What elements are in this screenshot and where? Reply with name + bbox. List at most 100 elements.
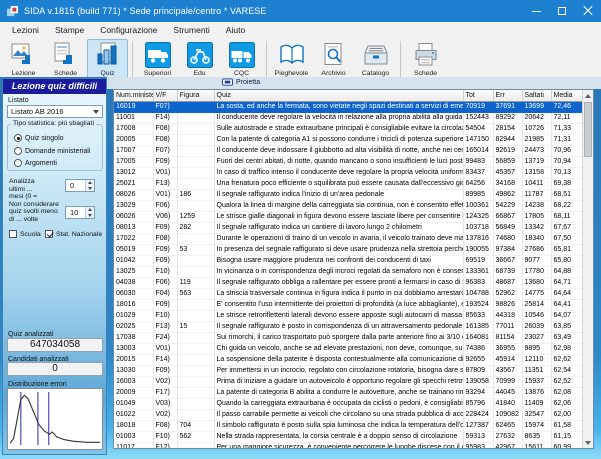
table-cell: 72,11 <box>551 112 582 123</box>
table-cell: 72,46 <box>551 101 582 112</box>
table-cell: 70,94 <box>551 156 582 167</box>
table-row[interactable]: 17008F08)Sulle autostrade e strade extra… <box>114 123 582 134</box>
archive-search-icon <box>321 42 347 68</box>
column-header-quiz[interactable]: Quiz <box>214 90 463 101</box>
table-row[interactable]: 11001F14)Il conducente deve regolare la … <box>114 112 582 123</box>
radio-argomenti[interactable]: Argomenti <box>14 159 57 167</box>
table-cell: 11409 <box>522 398 551 409</box>
table-scrollbar[interactable] <box>582 90 593 448</box>
proietta-toggle[interactable]: Proietta <box>222 78 260 87</box>
table-row[interactable]: 06026V06)1259Le strisce gialle diagonali… <box>114 211 582 222</box>
table-cell: 15611 <box>522 442 551 449</box>
table-row[interactable]: 08013F09)282Il segnale raffigurato indic… <box>114 222 582 233</box>
table-cell: 14238 <box>522 200 551 211</box>
scrollbar-thumb[interactable] <box>584 102 592 157</box>
checkbox-stat-nazionale[interactable]: Stat. Nazionale <box>45 230 102 238</box>
sidebar-title: Lezione quiz difficili <box>3 79 106 94</box>
table-row[interactable]: 20005F08)Con la patente di categoria A1 … <box>114 134 582 145</box>
menu-item-aiuto[interactable]: Aiuto <box>218 22 253 38</box>
table-cell: 08026 <box>114 189 153 200</box>
table-row[interactable]: 17022F08)Durante le operazioni di traino… <box>114 233 582 244</box>
checkbox-scuola[interactable]: Scuola <box>9 230 41 238</box>
listato-select[interactable]: Listato AB 2016 <box>7 105 103 118</box>
menu-item-lezioni[interactable]: Lezioni <box>4 22 47 38</box>
column-header-figura[interactable]: Figura <box>177 90 214 101</box>
table-row[interactable]: 11017F12)Per una maggiore sicurezza, è c… <box>114 442 582 449</box>
table-cell <box>177 101 214 112</box>
table-row[interactable]: 18018F08)704Il simbolo raffigurato è pos… <box>114 420 582 431</box>
table-row[interactable]: 25021F13)Una frenatura poco efficiente o… <box>114 178 582 189</box>
table-row[interactable]: 01029F10)Le strisce retroriflettenti lat… <box>114 310 582 321</box>
table-row[interactable]: 17038F24)Sui rimorchi, il carico traspor… <box>114 332 582 343</box>
table-row[interactable]: 17005F09)Fuori dei centri abitati, di no… <box>114 156 582 167</box>
table-row[interactable]: 05019F09)53In presenza del segnale raffi… <box>114 244 582 255</box>
table-cell: La sospensione della patente è disposta … <box>214 354 463 365</box>
toolbar-button-label: Lezione <box>12 70 36 77</box>
table-row[interactable]: 02025F13)15Il segnale raffigurato è post… <box>114 321 582 332</box>
column-header-err[interactable]: Err <box>493 90 522 101</box>
scroll-up-button[interactable] <box>583 90 593 101</box>
table-row[interactable]: 16003V02)Prima di iniziare a guidare un … <box>114 376 582 387</box>
checkbox-icon <box>45 230 53 238</box>
table-row[interactable]: 01049V03)Quando la carreggiata extraurba… <box>114 398 582 409</box>
menu-item-strumenti[interactable]: Strumenti <box>165 22 217 38</box>
table-cell: Bisogna usare maggiore prudenza nei conf… <box>214 255 463 266</box>
volte-spinner[interactable]: 10 <box>65 206 95 219</box>
radio-domande-ministeriali[interactable]: Domande ministeriali <box>14 147 90 155</box>
table-row[interactable]: 04038F06)119Il segnale raffigurato obbli… <box>114 277 582 288</box>
column-header-v-f[interactable]: V/F <box>153 90 177 101</box>
table-cell: 68,51 <box>551 189 582 200</box>
table-row[interactable]: 13029F06)Qualora la linea di margine del… <box>114 200 582 211</box>
column-header-media[interactable]: Media <box>551 90 582 101</box>
radio-quiz-singolo[interactable]: Quiz singolo <box>14 134 64 142</box>
table-row[interactable]: 13003V01)Chi guida un veicolo, anche se … <box>114 343 582 354</box>
table-row[interactable]: 01003F10)562Nella strada rappresentata, … <box>114 431 582 442</box>
table-cell: 8635 <box>522 431 551 442</box>
table-row[interactable]: 16019F07)La sosta, ed anche la fermata, … <box>114 101 582 112</box>
analizza-text-line: ultimi ... <box>9 186 65 194</box>
close-button[interactable] <box>575 0 601 22</box>
volte-value: 10 <box>70 208 78 217</box>
table-cell: 01042 <box>114 255 153 266</box>
radio-icon <box>14 134 22 142</box>
table-cell: 26039 <box>522 321 551 332</box>
table-cell: 65,81 <box>551 244 582 255</box>
scroll-down-button[interactable] <box>583 437 593 448</box>
table-cell: 152443 <box>463 112 493 123</box>
spinner-down-icon[interactable] <box>86 213 94 219</box>
app-window: SIDA v.1815 (build 771) * Sede principal… <box>0 0 601 459</box>
table-row[interactable]: 01042F09)Bisogna usare maggiore prudenza… <box>114 255 582 266</box>
table-cell: Il segnale raffigurato è posto in corris… <box>214 321 463 332</box>
table-row[interactable]: 17007F07)Il conducente deve indossare il… <box>114 145 582 156</box>
table-row[interactable]: 06030F04)563La striscia trasversale cont… <box>114 288 582 299</box>
table-row[interactable]: 13025F10)In vicinanza o in corrispondenz… <box>114 266 582 277</box>
table-cell: 95983 <box>463 442 493 449</box>
table-cell: 63,49 <box>551 332 582 343</box>
table-cell: 41840 <box>493 398 522 409</box>
table-cell: 05019 <box>114 244 153 255</box>
table-cell <box>177 200 214 211</box>
menu-item-configurazione[interactable]: Configurazione <box>92 22 165 38</box>
menu-item-stampe[interactable]: Stampe <box>47 22 92 38</box>
table-cell: 64256 <box>463 178 493 189</box>
column-header-saltati[interactable]: Saltati <box>522 90 551 101</box>
column-header-tot[interactable]: Tot <box>463 90 493 101</box>
minimize-button[interactable] <box>523 0 549 22</box>
maximize-button[interactable] <box>549 0 575 22</box>
table-row[interactable]: 13012V01)In caso di traffico intenso il … <box>114 167 582 178</box>
column-header-num-ministe[interactable]: Num.ministe <box>114 90 153 101</box>
sidebar-panel: Lezione quiz difficili Listato Listato A… <box>2 78 107 455</box>
table-cell: 11001 <box>114 112 153 123</box>
table-row[interactable]: 13030F09)Per immettersi in un incrocio, … <box>114 365 582 376</box>
table-row[interactable]: 20009F17)La patente di categoria B abili… <box>114 387 582 398</box>
toolbar-button-label: Superiori <box>144 70 171 77</box>
table-row[interactable]: 20015F14)La sospensione della patente è … <box>114 354 582 365</box>
table-cell: 69,38 <box>551 178 582 189</box>
table-row[interactable]: 08026V01)186Il segnale raffigurato indic… <box>114 189 582 200</box>
toolbar-button-label: Archivio <box>321 70 345 77</box>
mesi-spinner[interactable]: 0 <box>65 179 95 192</box>
spinner-down-icon[interactable] <box>86 186 94 192</box>
table-row[interactable]: 18016F09)E' consentito l'uso intermitten… <box>114 299 582 310</box>
table-cell: 104788 <box>463 288 493 299</box>
table-row[interactable]: 01022V02)Il passo carrabile permette ai … <box>114 409 582 420</box>
